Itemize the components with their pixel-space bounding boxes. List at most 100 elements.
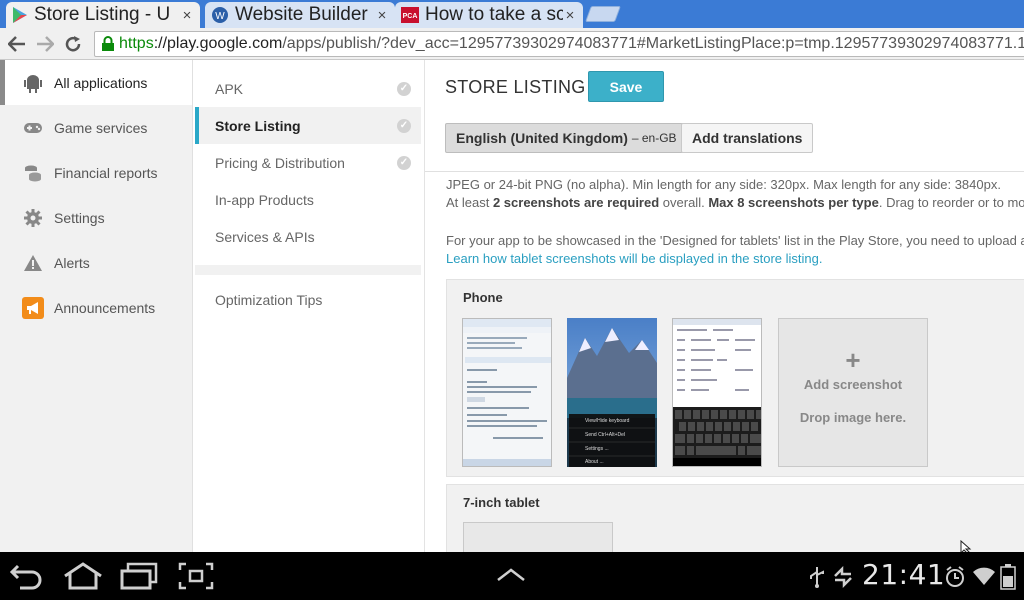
store-listing-header: STORE LISTING Save English (United Kingd… <box>425 60 1024 172</box>
section-label: Phone <box>463 290 503 305</box>
nav-item-services-apis[interactable]: Services & APIs <box>195 218 421 255</box>
store-listing-panel: JPEG or 24-bit PNG (no alpha). Min lengt… <box>424 60 1024 552</box>
screenshot-thumbnail-3[interactable] <box>672 318 762 467</box>
screenshot-thumbnail-1[interactable] <box>462 318 552 467</box>
address-bar[interactable]: https://play.google.com/apps/publish/?de… <box>94 31 1024 57</box>
back-icon[interactable] <box>10 562 44 590</box>
text-part: At least <box>446 195 493 210</box>
url-path: /apps/publish/?dev_acc=12957739302974083… <box>282 35 1024 52</box>
usb-icon <box>810 567 824 588</box>
arrow-left-icon <box>8 35 25 52</box>
nav-item-label: Services & APIs <box>215 228 315 245</box>
screenshot-icon[interactable] <box>178 562 214 590</box>
browser-tab-strip: Store Listing - U × W Website Builder × … <box>0 0 1024 28</box>
alert-icon <box>22 252 44 274</box>
nav-item-label: APK <box>215 80 244 97</box>
section-divider <box>195 265 421 275</box>
alarm-icon <box>946 566 964 587</box>
sidebar-item-label: Financial reports <box>54 164 158 181</box>
coins-icon <box>22 162 44 184</box>
nav-item-label: Optimization Tips <box>215 292 323 308</box>
phone-screenshots-section: Phone View/Hide keyboard Send Ctrl+Alt+D… <box>446 279 1024 477</box>
sidebar-item-label: All applications <box>54 74 148 91</box>
max-count: Max 8 screenshots per type <box>708 195 879 210</box>
nav-item-label: In-app Products <box>215 191 314 208</box>
tab-store-listing[interactable]: Store Listing - U × <box>6 2 200 28</box>
nav-item-store-listing[interactable]: Store Listing ✓ <box>195 107 421 144</box>
sidebar-item-alerts[interactable]: Alerts <box>0 240 192 285</box>
plus-icon: + <box>845 345 861 375</box>
gamepad-icon <box>22 117 44 139</box>
app-section-nav: APK ✓ Store Listing ✓ Pricing & Distribu… <box>195 60 421 552</box>
nav-item-label: Pricing & Distribution <box>215 154 345 171</box>
chevron-up-icon[interactable] <box>496 568 526 582</box>
home-icon[interactable] <box>62 562 104 590</box>
tablet-screenshots-link[interactable]: Learn how tablet screenshots will be dis… <box>446 251 823 266</box>
add-screenshot-dropzone[interactable]: + Add screenshot Drop image here. <box>778 318 928 467</box>
menu-item-text: Settings ... <box>585 446 609 452</box>
nav-item-optimization-tips[interactable]: Optimization Tips <box>195 279 421 321</box>
screenshot-count-text: At least 2 screenshots are required over… <box>446 195 1024 210</box>
reload-button[interactable] <box>59 30 87 58</box>
close-icon[interactable]: × <box>563 7 577 24</box>
add-tablet-screenshot-dropzone[interactable] <box>463 522 613 552</box>
language-code: – en-GB <box>631 131 677 145</box>
close-icon[interactable]: × <box>180 7 194 24</box>
nav-item-pricing-distribution[interactable]: Pricing & Distribution ✓ <box>195 144 421 181</box>
website-builder-icon: W <box>212 7 228 23</box>
forward-button[interactable] <box>31 30 59 58</box>
tab-how-to-screenshot[interactable]: PCA How to take a sc × <box>395 2 583 28</box>
tab-title: How to take a sc <box>425 4 563 25</box>
section-label: 7-inch tablet <box>463 495 540 510</box>
tablet-showcase-text: For your app to be showcased in the 'Des… <box>446 233 1024 248</box>
required-count: 2 screenshots are required <box>492 195 660 210</box>
system-navigation-bar: 21:41 <box>0 552 1024 600</box>
svg-text:PCA: PCA <box>403 13 418 20</box>
recent-apps-icon[interactable] <box>120 562 158 590</box>
url-host: ://play.google.com <box>153 35 283 52</box>
save-button[interactable]: Save <box>588 71 664 102</box>
sidebar-item-all-applications[interactable]: All applications <box>0 60 192 105</box>
screenshot-mountain-image: View/Hide keyboard Send Ctrl+Alt+Del Set… <box>567 318 657 467</box>
arrow-right-icon <box>37 35 54 52</box>
tab-website-builder[interactable]: W Website Builder × <box>205 2 395 28</box>
android-icon <box>22 72 44 94</box>
url-scheme: https <box>119 35 154 52</box>
add-translations-button[interactable]: Add translations <box>681 123 814 153</box>
tab-title: Store Listing - U <box>34 4 171 25</box>
sidebar-item-label: Announcements <box>54 299 156 316</box>
menu-item-text: View/Hide keyboard <box>585 418 630 424</box>
check-icon: ✓ <box>397 118 411 133</box>
language-label: English (United Kingdom) <box>456 130 628 146</box>
sidebar-item-label: Game services <box>54 119 148 136</box>
text-part: overall. <box>659 195 709 210</box>
sync-icon <box>834 566 852 588</box>
screenshot-keyboard-image <box>673 319 761 466</box>
sidebar-item-financial-reports[interactable]: Financial reports <box>0 150 192 195</box>
drop-image-label: Drop image here. <box>799 410 907 425</box>
sidebar-item-label: Alerts <box>54 254 90 271</box>
check-icon: ✓ <box>397 155 411 170</box>
language-selector[interactable]: English (United Kingdom) – en-GB <box>445 123 688 153</box>
megaphone-icon <box>22 296 44 319</box>
nav-item-in-app-products[interactable]: In-app Products <box>195 181 421 218</box>
nav-item-label: Store Listing <box>215 117 301 134</box>
screenshot-document-image <box>463 319 551 466</box>
console-sidebar: All applications Game services Financial… <box>0 60 193 552</box>
new-tab-button[interactable] <box>585 6 621 22</box>
browser-toolbar: https://play.google.com/apps/publish/?de… <box>0 28 1024 60</box>
page-title: STORE LISTING <box>445 77 586 97</box>
svg-text:W: W <box>215 11 225 22</box>
sidebar-item-game-services[interactable]: Game services <box>0 105 192 150</box>
lock-icon <box>102 36 114 51</box>
system-clock: 21:41 <box>862 558 946 591</box>
nav-item-apk[interactable]: APK ✓ <box>195 70 421 107</box>
sidebar-item-label: Settings <box>54 209 105 226</box>
sidebar-item-settings[interactable]: Settings <box>0 195 192 240</box>
gear-icon <box>22 207 44 229</box>
back-button[interactable] <box>3 30 31 58</box>
screenshot-thumbnail-2[interactable]: View/Hide keyboard Send Ctrl+Alt+Del Set… <box>567 318 657 467</box>
close-icon[interactable]: × <box>375 7 389 24</box>
sidebar-item-announcements[interactable]: Announcements <box>0 285 192 330</box>
screen: { "browser": { "tabs": [ {"title": "Stor… <box>0 0 1024 600</box>
